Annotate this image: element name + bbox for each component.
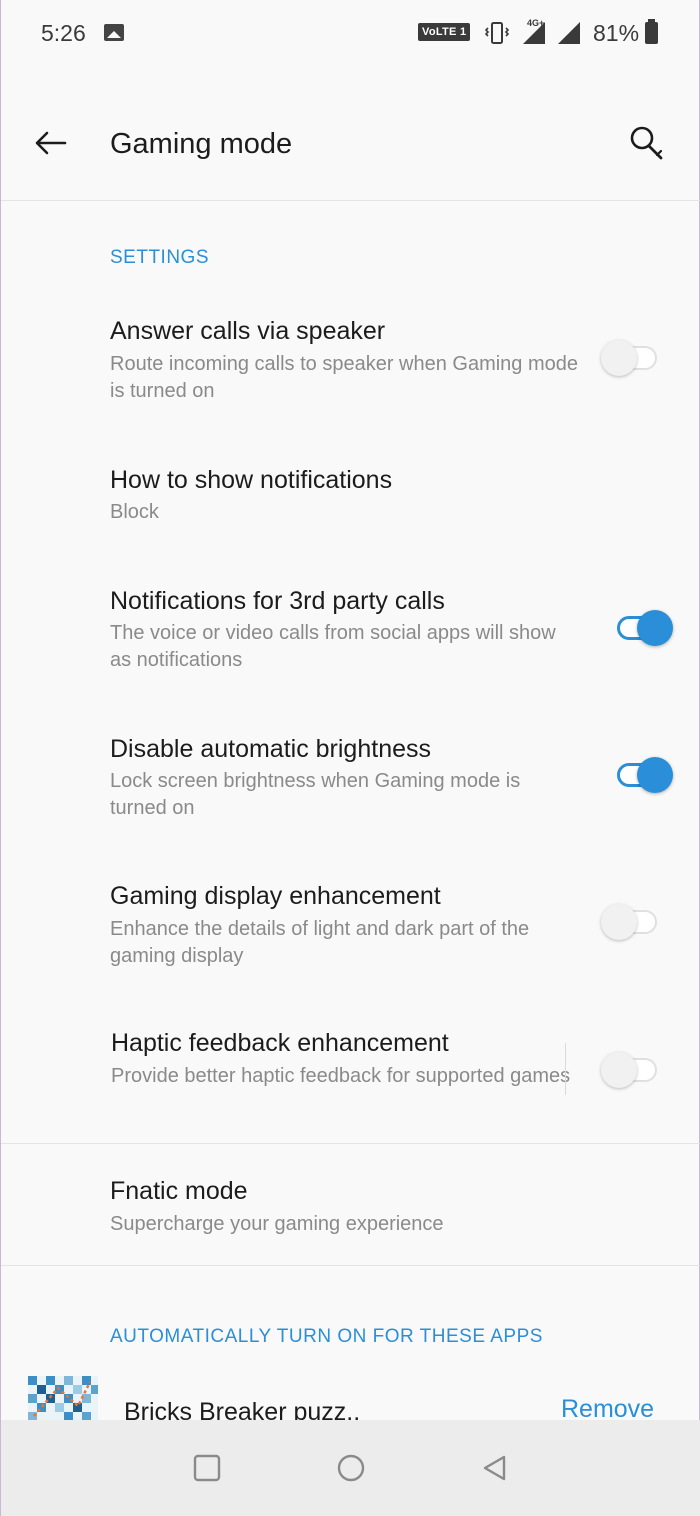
setting-subtitle: Enhance the details of light and dark pa… [110, 918, 530, 967]
setting-title: Fnatic mode [110, 1177, 248, 1205]
status-bar: 5:26 VoLTE 1 4G+ 81% [1, 0, 700, 64]
section-header-settings: SETTINGS [110, 247, 210, 268]
setting-title: Haptic feedback enhancement [111, 1029, 449, 1057]
navigation-bar [1, 1420, 700, 1516]
app-bar: Gaming mode [1, 90, 700, 200]
vertical-divider [565, 1043, 566, 1095]
home-icon[interactable] [336, 1453, 366, 1483]
setting-subtitle: Supercharge your gaming experience [110, 1213, 444, 1235]
volte-indicator: VoLTE 1 [418, 23, 471, 41]
setting-row-fnatic-mode[interactable]: Fnatic mode Supercharge your gaming expe… [1, 1160, 700, 1260]
setting-subtitle: Lock screen brightness when Gaming mode … [110, 770, 521, 819]
page-title: Gaming mode [110, 128, 293, 160]
setting-row-show-notifications[interactable]: How to show notifications Block [1, 450, 700, 540]
setting-subtitle: Provide better haptic feedback for suppo… [111, 1065, 571, 1087]
toggle-display-enhancement[interactable] [601, 902, 661, 942]
setting-title: How to show notifications [110, 466, 393, 494]
section-divider [1, 1143, 700, 1144]
recents-icon[interactable] [192, 1453, 222, 1483]
setting-subtitle: Route incoming calls to speaker when Gam… [110, 353, 579, 402]
section-divider [1, 1265, 700, 1266]
toggle-answer-calls-speaker[interactable] [601, 338, 661, 378]
setting-row-display-enhancement[interactable]: Gaming display enhancement Enhance the d… [1, 866, 700, 986]
setting-title: Disable automatic brightness [110, 735, 431, 763]
section-header-auto-apps: AUTOMATICALLY TURN ON FOR THESE APPS [110, 1326, 543, 1347]
back-triangle-icon[interactable] [480, 1453, 510, 1483]
battery-percent: 81% [593, 20, 640, 46]
arrow-left-icon[interactable] [31, 128, 75, 158]
setting-row-auto-brightness[interactable]: Disable automatic brightness Lock screen… [1, 718, 700, 838]
setting-row-haptic-feedback[interactable]: Haptic feedback enhancement Provide bett… [1, 1013, 700, 1133]
signal-strength-icon-2 [558, 22, 580, 44]
setting-title: Gaming display enhancement [110, 882, 441, 910]
battery-icon [645, 19, 658, 44]
setting-row-answer-calls-speaker[interactable]: Answer calls via speaker Route incoming … [1, 300, 700, 420]
setting-title: Answer calls via speaker [110, 317, 386, 345]
app-bar-divider [1, 200, 700, 201]
setting-row-3rd-party-calls[interactable]: Notifications for 3rd party calls The vo… [1, 570, 700, 690]
app-icon-bricks-breaker [28, 1376, 98, 1420]
toggle-auto-brightness[interactable] [611, 755, 673, 795]
toggle-3rd-party-calls[interactable] [611, 608, 673, 648]
setting-subtitle: The voice or video calls from social app… [110, 622, 556, 671]
vibrate-icon [484, 20, 510, 52]
toggle-haptic-feedback[interactable] [601, 1050, 661, 1090]
setting-subtitle: Block [110, 501, 159, 523]
gallery-notification-icon [104, 24, 124, 41]
search-icon[interactable] [625, 122, 669, 166]
setting-title: Notifications for 3rd party calls [110, 587, 445, 615]
signal-strength-icon [523, 22, 545, 44]
status-time: 5:26 [41, 20, 86, 46]
